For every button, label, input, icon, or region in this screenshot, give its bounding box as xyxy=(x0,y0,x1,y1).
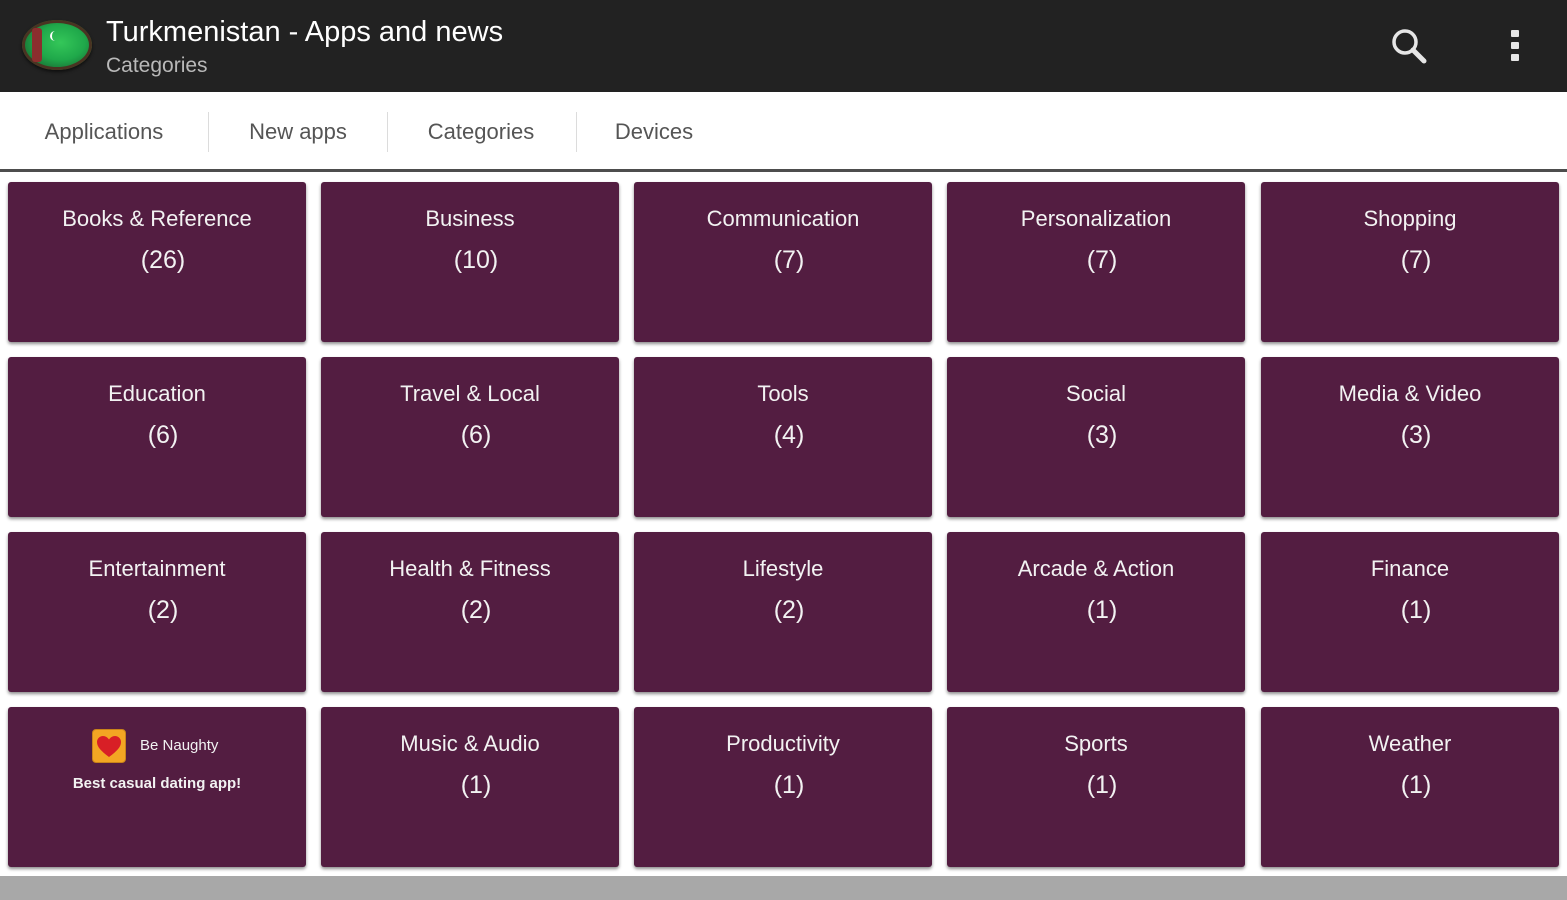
category-count: (1) xyxy=(1400,596,1432,624)
screen-subtitle: Categories xyxy=(106,54,208,77)
tab-divider xyxy=(576,112,577,152)
category-tile[interactable]: Media & Video (3) xyxy=(1261,357,1559,517)
tab-devices[interactable]: Devices xyxy=(584,92,724,169)
category-tile[interactable]: Entertainment (2) xyxy=(8,532,306,692)
category-tile[interactable]: Social (3) xyxy=(947,357,1245,517)
more-vert-icon xyxy=(1511,30,1519,61)
ad-header: Be Naughty xyxy=(8,729,306,763)
app-title: Turkmenistan - Apps and news xyxy=(106,16,504,48)
tab-bar: Applications New apps Categories Devices xyxy=(0,92,1567,172)
category-count: (3) xyxy=(1400,421,1432,449)
category-count: (7) xyxy=(1400,246,1432,274)
category-tile[interactable]: Communication (7) xyxy=(634,182,932,342)
category-count: (6) xyxy=(147,421,179,449)
category-count: (7) xyxy=(773,246,805,274)
ad-tagline: Best casual dating app! xyxy=(72,775,242,792)
tab-applications[interactable]: Applications xyxy=(20,92,188,169)
heart-icon xyxy=(97,736,121,757)
flag-stripe xyxy=(32,28,42,62)
ad-app-icon xyxy=(92,729,126,763)
category-count: (4) xyxy=(773,421,805,449)
category-tile[interactable]: Shopping (7) xyxy=(1261,182,1559,342)
bottom-bar xyxy=(0,876,1567,900)
category-tile[interactable]: Education (6) xyxy=(8,357,306,517)
category-count: (2) xyxy=(773,596,805,624)
category-grid: Books & Reference (26) Business (10) Com… xyxy=(0,172,1567,876)
category-count: (1) xyxy=(1086,596,1118,624)
tab-divider xyxy=(208,112,209,152)
category-tile[interactable]: Tools (4) xyxy=(634,357,932,517)
category-tile[interactable]: Music & Audio (1) xyxy=(321,707,619,867)
category-tile[interactable]: Travel & Local (6) xyxy=(321,357,619,517)
app-screen: Turkmenistan - Apps and news Categories … xyxy=(0,0,1567,900)
category-name: Productivity xyxy=(726,731,840,756)
category-name: Tools xyxy=(757,381,809,406)
category-count: (1) xyxy=(773,771,805,799)
category-name: Arcade & Action xyxy=(1017,556,1175,581)
category-name: Travel & Local xyxy=(400,381,540,406)
action-bar: Turkmenistan - Apps and news Categories xyxy=(0,0,1567,92)
category-name: Shopping xyxy=(1363,206,1457,231)
category-name: Weather xyxy=(1368,731,1452,756)
ad-brand-name: Be Naughty xyxy=(140,737,219,754)
tab-new-apps[interactable]: New apps xyxy=(216,92,380,169)
category-name: Sports xyxy=(1064,731,1128,756)
turkmenistan-flag-logo-icon[interactable] xyxy=(22,20,92,70)
category-tile[interactable]: Weather (1) xyxy=(1261,707,1559,867)
category-name: Entertainment xyxy=(88,556,226,581)
category-tile[interactable]: Health & Fitness (2) xyxy=(321,532,619,692)
crescent-moon-icon xyxy=(50,31,60,41)
search-button[interactable] xyxy=(1384,24,1434,68)
category-tile[interactable]: Lifestyle (2) xyxy=(634,532,932,692)
search-icon xyxy=(1392,29,1427,64)
category-tile[interactable]: Sports (1) xyxy=(947,707,1245,867)
category-count: (1) xyxy=(460,771,492,799)
category-name: Media & Video xyxy=(1338,381,1482,406)
category-count: (7) xyxy=(1086,246,1118,274)
category-count: (26) xyxy=(140,246,186,274)
category-count: (10) xyxy=(453,246,499,274)
category-count: (2) xyxy=(460,596,492,624)
category-name: Business xyxy=(425,206,515,231)
category-count: (1) xyxy=(1400,771,1432,799)
category-tile[interactable]: Productivity (1) xyxy=(634,707,932,867)
category-name: Communication xyxy=(706,206,860,231)
category-count: (1) xyxy=(1086,771,1118,799)
category-tile[interactable]: Finance (1) xyxy=(1261,532,1559,692)
tab-divider xyxy=(387,112,388,152)
category-tile[interactable]: Business (10) xyxy=(321,182,619,342)
ad-tile[interactable]: Be Naughty Best casual dating app! xyxy=(8,707,306,867)
category-count: (3) xyxy=(1086,421,1118,449)
category-tile[interactable]: Books & Reference (26) xyxy=(8,182,306,342)
category-count: (2) xyxy=(147,596,179,624)
category-name: Health & Fitness xyxy=(389,556,551,581)
category-name: Education xyxy=(108,381,206,406)
category-name: Social xyxy=(1066,381,1126,406)
category-tile[interactable]: Personalization (7) xyxy=(947,182,1245,342)
category-name: Music & Audio xyxy=(400,731,540,756)
tab-categories[interactable]: Categories xyxy=(396,92,566,169)
category-tile[interactable]: Arcade & Action (1) xyxy=(947,532,1245,692)
category-name: Finance xyxy=(1370,556,1450,581)
category-name: Books & Reference xyxy=(62,206,252,231)
overflow-menu-button[interactable] xyxy=(1496,24,1536,68)
category-name: Personalization xyxy=(1020,206,1172,231)
category-count: (6) xyxy=(460,421,492,449)
category-name: Lifestyle xyxy=(742,556,824,581)
